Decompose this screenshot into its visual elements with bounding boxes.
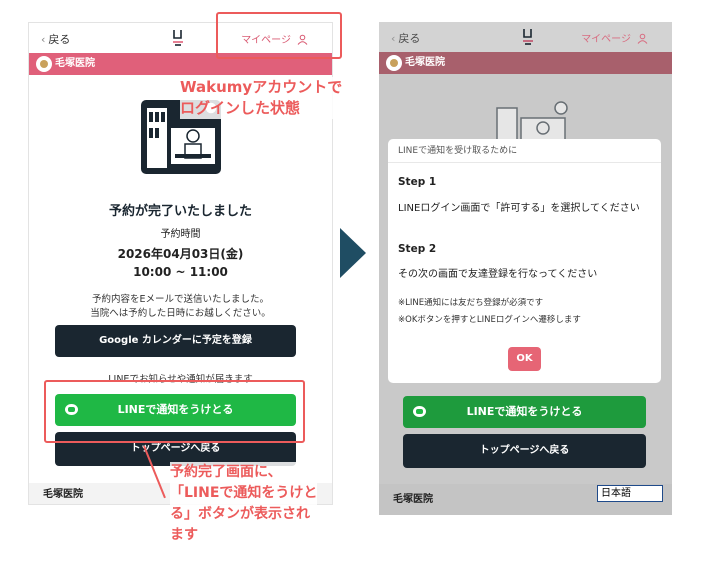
step1-text: LINEログイン画面で「許可する」を選択してください: [398, 203, 640, 214]
visit-message: 当院へは予約した日時にお越しください。: [90, 308, 271, 319]
line-icon: [413, 406, 426, 417]
login-state-annotation: Wakumyアカウントで ログインした状態: [180, 77, 343, 119]
top-page-button[interactable]: トップページへ戻る: [403, 434, 646, 468]
modal-header: LINEで通知を受け取るために: [388, 139, 661, 163]
clinic-bar: 毛塚医院: [379, 52, 672, 74]
reservation-date: 2026年04月03日(金): [117, 247, 244, 261]
annotation-line: Wakumyアカウントで: [180, 78, 343, 96]
mypage-label: マイページ: [581, 34, 631, 45]
back-button[interactable]: ‹ 戻る: [391, 30, 420, 46]
google-calendar-button[interactable]: Google カレンダーに予定を登録: [55, 325, 296, 357]
modal-note-2: ※OKボタンを押すとLINEログインへ遷移します: [398, 315, 581, 325]
step2-title: Step 2: [398, 243, 437, 255]
line-modal-screen: ‹ 戻る マイページ 毛塚医院 LINEで通知をうけとる トップページへ戻る 毛塚…: [379, 22, 672, 515]
clinic-name: 毛塚医院: [55, 58, 95, 69]
annotation-line: 「LINEで通知をうけと: [170, 485, 318, 501]
transition-arrow-icon: [340, 228, 366, 278]
top-bar: ‹ 戻る マイページ: [379, 22, 672, 52]
annotation-line: 予約完了画面に、: [170, 464, 282, 480]
line-notify-button[interactable]: LINEで通知をうけとる: [403, 396, 646, 428]
reservation-time: 10:00 ~ 11:00: [133, 265, 228, 279]
ok-button[interactable]: OK: [508, 347, 541, 371]
step1-title: Step 1: [398, 176, 437, 188]
app-logo-icon: [523, 29, 533, 45]
clinic-logo-icon: [36, 56, 52, 72]
back-label: 戻る: [48, 33, 71, 46]
language-select[interactable]: 日本語: [597, 485, 663, 502]
completion-title: 予約が完了いたしました: [108, 204, 252, 219]
chevron-left-icon: ‹: [41, 33, 46, 46]
line-button-highlight-box: [44, 380, 305, 443]
back-button[interactable]: ‹ 戻る: [41, 31, 70, 47]
annotation-line: る」ボタンが表示され: [170, 506, 310, 522]
line-button-annotation: 予約完了画面に、 「LINEで通知をうけと る」ボタンが表示され ます: [170, 462, 318, 546]
line-button-label: LINEで通知をうけとる: [466, 405, 583, 418]
clinic-name: 毛塚医院: [405, 57, 445, 68]
back-label: 戻る: [398, 32, 421, 45]
modal-note-1: ※LINE通知には友だち登録が必須です: [398, 298, 544, 308]
person-icon: [637, 33, 648, 44]
app-logo-icon: [173, 30, 183, 46]
mypage-highlight-box: [216, 12, 342, 59]
annotation-line: ログインした状態: [180, 99, 301, 117]
email-message: 予約内容をEメールで送信いたしました。: [91, 294, 269, 305]
reservation-time-label: 予約時間: [160, 229, 201, 240]
clinic-logo-icon: [386, 55, 402, 71]
step2-text: その次の画面で友達登録を行なってください: [398, 269, 598, 280]
annotation-line: ます: [170, 527, 198, 543]
chevron-left-icon: ‹: [391, 32, 396, 45]
mypage-link[interactable]: マイページ: [581, 30, 648, 45]
line-instructions-modal: LINEで通知を受け取るために Step 1 LINEログイン画面で「許可する」…: [388, 139, 661, 383]
